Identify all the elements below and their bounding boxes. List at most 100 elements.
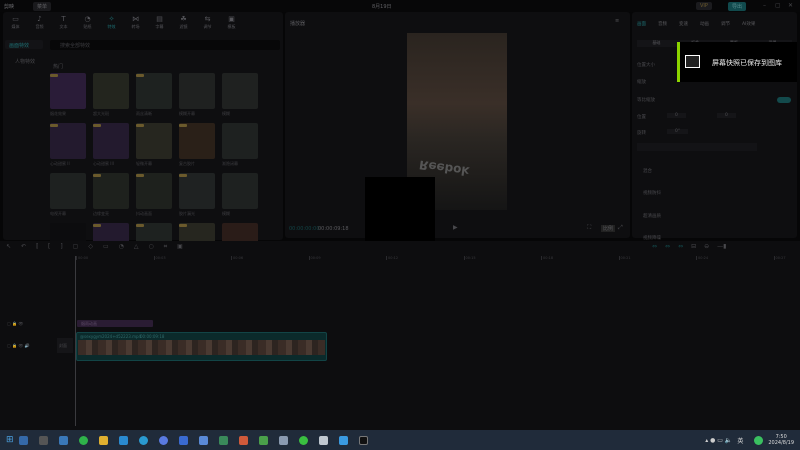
app-icon-13[interactable] [259, 435, 269, 445]
tab-caption[interactable]: ▤ 字幕 [152, 15, 167, 30]
input-language[interactable]: 英 [737, 436, 743, 445]
effect-item[interactable]: 雨丝清晰 [136, 73, 172, 116]
inspector-subtab[interactable]: 基础 [652, 40, 660, 47]
app-icon-9[interactable] [179, 435, 189, 445]
tab-adjust[interactable]: ⇆ 调节 [200, 15, 215, 30]
file-explorer-icon[interactable] [99, 435, 109, 445]
blend-checkbox[interactable]: 混合 [643, 168, 652, 174]
minimize-button[interactable]: – [763, 2, 766, 9]
app-icon-6[interactable] [119, 435, 129, 445]
start-icon[interactable]: ⊞ [6, 435, 14, 445]
effect-item[interactable]: 渐隐闭幕 [222, 123, 258, 166]
sidebar-item-person-effects[interactable]: 人物特效 [15, 58, 35, 65]
maximize-button[interactable]: ▢ [775, 2, 781, 9]
app-icon-12[interactable] [239, 435, 249, 445]
tab-filter[interactable]: ☘ 滤镜 [176, 15, 191, 30]
uniform-scale-toggle[interactable] [777, 97, 791, 103]
app-icon-4[interactable] [79, 435, 89, 445]
app-icon-10[interactable] [199, 435, 209, 445]
wechat-icon[interactable] [299, 435, 309, 445]
app-icon-16[interactable] [319, 435, 329, 445]
effect-item[interactable]: 模糊 [222, 73, 258, 116]
stabilize-checkbox[interactable]: 视频防抖 [643, 190, 661, 196]
app-icon-17[interactable] [339, 435, 349, 445]
split-left-icon[interactable]: [ [48, 243, 50, 251]
app-icon-1[interactable] [19, 435, 29, 445]
video-clip[interactable]: @sexygym2024+d52223.mp4 00:00:09:18 [76, 332, 327, 361]
inspector-tab[interactable]: AI效果 [742, 21, 755, 27]
vip-badge[interactable]: VIP [696, 2, 712, 10]
effect-item[interactable]: 抖动画面 [136, 173, 172, 216]
effect-item[interactable]: 烟花效果 [50, 73, 86, 116]
auto-icon[interactable]: ⇔ [678, 243, 683, 250]
effect-item[interactable]: 轻微开幕 [136, 123, 172, 166]
enhance-checkbox[interactable]: 超清画质 [643, 213, 661, 219]
snap-icon[interactable]: ⇔ [665, 243, 670, 250]
position-y-input[interactable]: 0 [717, 113, 736, 118]
sidebar-item-screen-effects[interactable]: 画面特效 [5, 40, 43, 49]
effect-item[interactable]: 心动甜蜜 III [93, 123, 129, 166]
mirror-icon[interactable]: △ [134, 243, 139, 251]
fit-icon[interactable]: ⛶ [587, 224, 591, 232]
tab-audio[interactable]: ♪ 音频 [32, 15, 47, 30]
tab-sticker[interactable]: ◔ 贴纸 [80, 15, 95, 30]
inspector-tab[interactable]: 音频 [658, 21, 667, 27]
align-buttons[interactable] [637, 143, 757, 151]
split-icon[interactable]: ⫿ [36, 243, 38, 251]
rotation-input[interactable]: 0° [667, 129, 689, 134]
effect-item[interactable]: 模糊 [222, 173, 258, 216]
inspector-tab[interactable]: 调节 [721, 21, 730, 27]
inspector-tab[interactable]: 画面 [637, 21, 646, 27]
ai-icon[interactable]: ▣ [177, 243, 183, 251]
ratio-button[interactable]: 比例 [601, 225, 616, 232]
effect-item[interactable]: 胶片漏光 [179, 173, 215, 216]
tab-effects[interactable]: ✧ 特效 [104, 15, 119, 30]
capcut-taskbar-icon[interactable] [359, 435, 369, 445]
zoom-out-icon[interactable]: ⊖ [704, 243, 709, 250]
app-icon-14[interactable] [279, 435, 289, 445]
edge-icon[interactable] [139, 435, 149, 445]
menu-button[interactable]: 菜单 [33, 2, 52, 11]
effect-item[interactable]: 电视开幕 [50, 173, 86, 216]
fullscreen-icon[interactable]: ⤢ [618, 224, 623, 232]
effect-item[interactable]: 心动甜蜜 II [50, 123, 86, 166]
app-icon-8[interactable] [159, 435, 169, 445]
clock[interactable]: 7:50 2024/8/19 [768, 434, 794, 446]
tray-app-icon[interactable] [753, 435, 763, 445]
tab-transition[interactable]: ⋈ 转场 [128, 15, 143, 30]
cover-button[interactable]: 封面 [57, 338, 73, 353]
split-right-icon[interactable]: ] [60, 243, 62, 251]
effect-item[interactable]: 边缘变亮 [93, 173, 129, 216]
app-icon-2[interactable] [39, 435, 49, 445]
play-button[interactable]: ▶ [453, 224, 458, 231]
inspector-tab[interactable]: 动画 [700, 21, 709, 27]
position-x-input[interactable]: 0 [667, 113, 686, 118]
tab-text[interactable]: T 文本 [56, 15, 71, 30]
effect-clip[interactable]: 烟雨动画 [77, 320, 153, 327]
speed-icon[interactable]: ◔ [119, 243, 124, 251]
search-input[interactable]: 搜索全部特效 [50, 40, 280, 50]
tab-template[interactable]: ▣ 模板 [224, 15, 239, 30]
freeze-icon[interactable]: ▭ [103, 243, 109, 251]
inspector-tab[interactable]: 变速 [679, 21, 688, 27]
preview-axis-icon[interactable]: ⊟ [691, 243, 696, 250]
crop-icon[interactable]: ⌗ [164, 243, 167, 251]
tab-media[interactable]: ▭ 媒体 [8, 15, 23, 30]
tray-icons[interactable]: ▴ ● ▭ 🔈 [705, 437, 732, 444]
track-controls-effect[interactable]: ▢ 🔒 👁 [7, 321, 23, 326]
select-tool-icon[interactable]: ↖ [6, 243, 11, 251]
zoom-slider[interactable]: —▮ [717, 243, 726, 250]
app-icon-11[interactable] [219, 435, 229, 445]
track-controls-main[interactable]: ▢ 🔒 👁 🔊 [7, 343, 30, 348]
effect-item[interactable]: 超大光斑 [93, 73, 129, 116]
close-button[interactable]: ✕ [788, 2, 793, 9]
undo-icon[interactable]: ↶ [21, 243, 26, 251]
app-icon-3[interactable] [59, 435, 69, 445]
player-menu-icon[interactable]: ≡ [615, 18, 619, 24]
link-icon[interactable]: ⇔ [652, 243, 657, 250]
delete-icon[interactable]: ▢ [73, 243, 79, 251]
marker-icon[interactable]: ◇ [88, 243, 93, 251]
rotate-icon[interactable]: ○ [149, 243, 154, 251]
export-button[interactable]: 导出 [728, 2, 747, 11]
effect-item[interactable]: 复古胶片 [179, 123, 215, 166]
